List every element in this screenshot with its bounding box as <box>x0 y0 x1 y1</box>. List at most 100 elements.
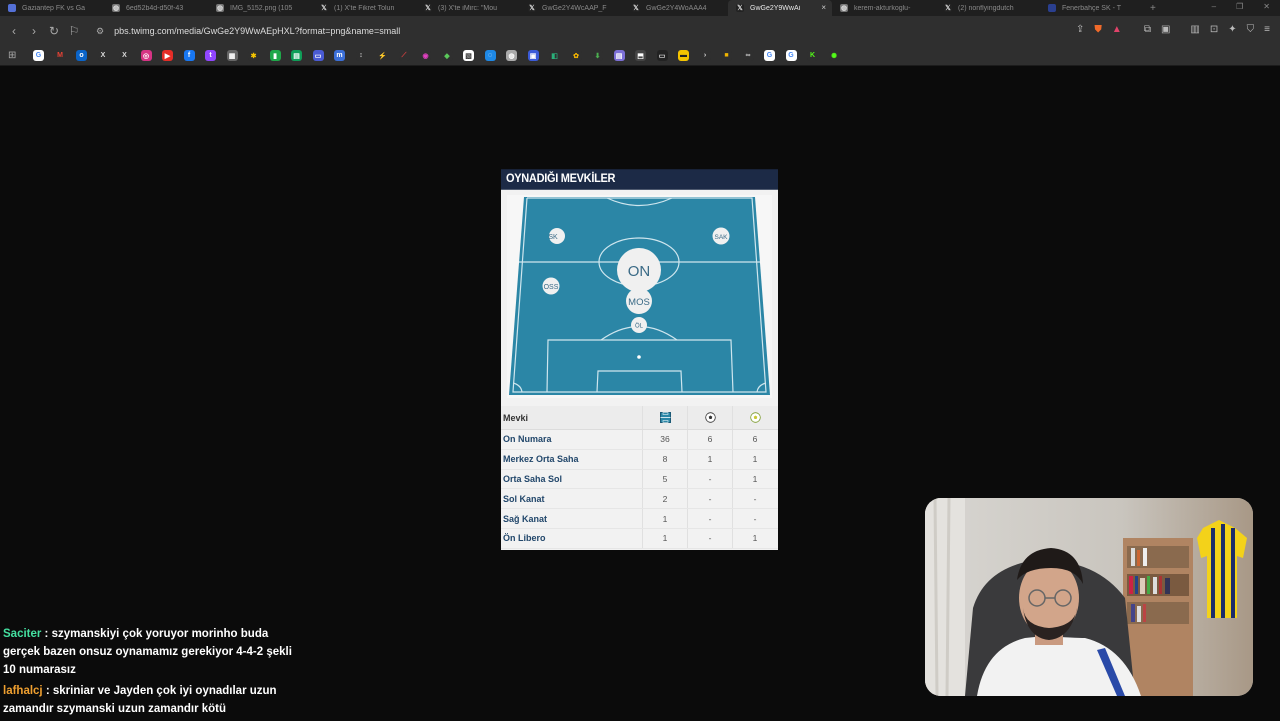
bookmark-icon[interactable]: m <box>334 50 345 61</box>
link-icon[interactable]: ∞ <box>742 50 754 61</box>
google-bookmark-icon[interactable]: G <box>33 50 44 61</box>
kick-bookmark-icon[interactable]: K <box>807 50 818 61</box>
minimize-button[interactable]: – <box>1212 2 1216 11</box>
browser-tab[interactable]: ◍ kerem-akturkoglu- <box>832 0 936 16</box>
bookmark-icon[interactable]: ◌ <box>484 50 496 61</box>
browser-tab[interactable]: 𝕏 (3) X'te iMirc: "Mou <box>416 0 520 16</box>
bookmark-icon[interactable]: ⬒ <box>635 50 646 61</box>
browser-tab[interactable]: ◍ IMG_5152.png (105 <box>208 0 312 16</box>
position-marker-on: ON <box>617 248 661 292</box>
globe-icon: ◍ <box>216 4 224 12</box>
folder-icon[interactable]: ■ <box>721 50 732 61</box>
x-icon: 𝕏 <box>736 4 744 12</box>
svg-text:SK: SK <box>548 234 558 241</box>
x-icon: 𝕏 <box>944 4 952 12</box>
vpn-icon[interactable]: ⛉ <box>1247 24 1255 35</box>
pitch-diagram: ON MOS ÖL OSS SK SAK <box>507 195 772 398</box>
browser-tab[interactable]: ◍ 6ed52b4d-d50f-43 <box>104 0 208 16</box>
doc-icon <box>8 4 16 12</box>
extensions-icon[interactable]: ⧉ <box>1144 24 1151 35</box>
shield-icon[interactable]: ⛊ <box>1094 24 1102 35</box>
matches-value: 2 <box>642 489 687 509</box>
position-marker-mos: MOS <box>626 288 652 314</box>
back-icon[interactable]: ‹ <box>4 24 24 38</box>
bookmark-icon[interactable]: ▧ <box>463 50 474 61</box>
url-text: pbs.twimg.com/media/GwGe2Y9WwAEpHXL?form… <box>114 26 401 36</box>
table-row: Orta Saha Sol 5-1 <box>501 469 778 490</box>
instagram-bookmark-icon[interactable]: ◎ <box>140 50 152 61</box>
browser-tab[interactable]: Fenerbahçe SK - T <box>1040 0 1144 16</box>
chat-separator: : <box>42 685 53 697</box>
bookmark-icon[interactable]: › <box>699 50 711 61</box>
tab-title: (1) X'te Fikret Tolun <box>334 4 395 12</box>
svg-text:ÖL: ÖL <box>635 323 644 330</box>
browser-tab[interactable]: Gaziantep FK vs Ga <box>0 0 104 16</box>
browser-tab[interactable]: 𝕏 GwGe2Y4WcAAP_F <box>520 0 624 16</box>
sheets-bookmark-icon[interactable]: ▤ <box>291 50 302 61</box>
column-header-position: Mevki <box>503 412 529 423</box>
position-marker-oss: OSS <box>542 277 560 295</box>
bookmark-icon[interactable]: ↕ <box>355 50 367 61</box>
wallet-icon[interactable]: ▣ <box>1161 24 1170 35</box>
bookmark-icon[interactable]: ◉ <box>420 50 431 61</box>
assists-value: - <box>732 509 777 528</box>
bookmark-icon[interactable]: ▮ <box>269 50 281 61</box>
position-name: Sağ Kanat <box>503 513 548 524</box>
x-icon: 𝕏 <box>528 4 536 12</box>
table-body: On Numara 36 6 6 Merkez Orta Saha 8 1 1 Orta Sah… <box>501 430 778 549</box>
bookmark-icon[interactable]: ⚡ <box>377 50 388 61</box>
rewards-icon[interactable]: ▲ <box>1112 24 1122 35</box>
leo-icon[interactable]: ✦ <box>1228 24 1236 35</box>
google-bookmark-icon[interactable]: G <box>764 50 775 61</box>
youtube-bookmark-icon[interactable]: ▶ <box>162 50 173 61</box>
bookmark-icon[interactable]: ▭ <box>656 50 668 61</box>
close-window-button[interactable]: ✕ <box>1263 2 1270 11</box>
bookmark-icon[interactable]: ◆ <box>441 50 453 61</box>
bookmark-icon[interactable]: ⟋ <box>398 50 410 61</box>
bookmark-icon[interactable]: ▬ <box>678 50 689 61</box>
x-bookmark-icon[interactable]: X <box>97 50 109 61</box>
share-icon[interactable]: ⇪ <box>1076 24 1084 35</box>
browser-tab[interactable]: 𝕏 (1) X'te Fikret Tolun <box>312 0 416 16</box>
bookmark-icon[interactable]: ▭ <box>312 50 324 61</box>
address-bar[interactable]: ⚙ pbs.twimg.com/media/GwGe2Y9WwAEpHXL?fo… <box>90 20 1120 42</box>
x-bookmark-icon[interactable]: X <box>119 50 130 61</box>
forward-icon[interactable]: › <box>24 24 44 38</box>
outlook-bookmark-icon[interactable]: o <box>76 50 87 61</box>
bookmark-icon[interactable]: ▤ <box>613 50 625 61</box>
goals-column-icon <box>687 406 732 429</box>
close-tab-icon[interactable]: × <box>821 3 826 12</box>
bookmark-icon[interactable]: ⬇ <box>592 50 603 61</box>
browser-tab[interactable]: 𝕏 GwGe2Y9WwAi × <box>728 0 832 16</box>
gear-bookmark-icon[interactable]: ✺ <box>828 50 840 61</box>
bookmark-icon[interactable]: ▣ <box>527 50 539 61</box>
maximize-button[interactable]: ❐ <box>1236 2 1243 11</box>
tab-title: Fenerbahçe SK - T <box>1062 4 1122 12</box>
bookmark-icon[interactable]: ✿ <box>570 50 582 61</box>
facebook-bookmark-icon[interactable]: f <box>183 50 195 61</box>
sidebar-icon[interactable]: ▥ <box>1190 24 1199 35</box>
gmail-bookmark-icon[interactable]: M <box>54 50 66 61</box>
tab-search-icon[interactable]: ⊡ <box>1210 24 1218 35</box>
bookmark-icon[interactable]: ⚐ <box>64 24 84 38</box>
browser-tab[interactable]: 𝕏 (2) nonflyingdutch <box>936 0 1040 16</box>
bookmark-icon[interactable]: ◍ <box>506 50 517 61</box>
twitch-bookmark-icon[interactable]: t <box>205 50 216 61</box>
apps-grid-icon[interactable]: ⊞ <box>8 50 19 61</box>
browser-tab[interactable]: 𝕏 GwGe2Y4WoAAA4 <box>624 0 728 16</box>
bookmark-icon[interactable]: ▦ <box>226 50 238 61</box>
matches-value: 8 <box>642 449 687 469</box>
webcam-feed <box>925 498 1253 696</box>
site-settings-icon[interactable]: ⚙ <box>96 26 104 37</box>
google-bookmark-icon[interactable]: G <box>785 50 797 61</box>
chat-message: Saciter : szymanskiyi çok yoruyor morinh… <box>3 625 303 679</box>
table-row: On Numara 36 6 6 <box>501 430 778 450</box>
new-tab-button[interactable]: + <box>1150 3 1156 14</box>
assists-column-icon <box>732 406 777 429</box>
reload-icon[interactable]: ↻ <box>44 24 64 38</box>
position-name: Sol Kanat <box>503 493 545 504</box>
bookmark-icon[interactable]: ◧ <box>549 50 560 61</box>
card-title: OYNADIĞI MEVKİLER <box>501 169 778 190</box>
menu-icon[interactable]: ≡ <box>1264 24 1270 35</box>
bookmark-icon[interactable]: ✱ <box>248 50 259 61</box>
